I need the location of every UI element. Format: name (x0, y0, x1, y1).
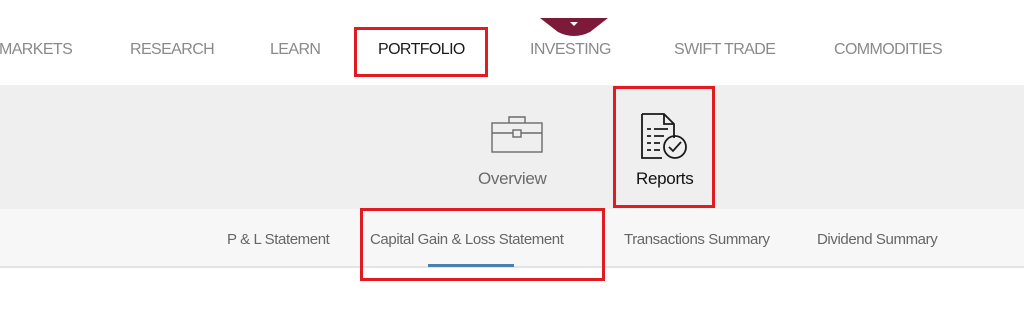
nav-item-learn[interactable]: LEARN (270, 41, 321, 59)
nav-item-swift-trade[interactable]: SWIFT TRADE (674, 41, 776, 59)
nav-item-research[interactable]: RESEARCH (130, 41, 215, 59)
top-navigation: MARKETS RESEARCH LEARN PORTFOLIO INVESTI… (0, 0, 1024, 85)
briefcase-icon (491, 116, 543, 153)
tab-transactions-summary[interactable]: Transactions Summary (624, 231, 770, 248)
report-document-check-icon (641, 113, 687, 159)
caret-down-icon (540, 18, 608, 36)
active-tab-underline (428, 264, 514, 267)
nav-item-markets[interactable]: MARKETS (0, 41, 73, 59)
portfolio-subnav: Overview Reports (0, 85, 1024, 209)
nav-item-portfolio[interactable]: PORTFOLIO (378, 41, 465, 59)
tab-dividend-summary[interactable]: Dividend Summary (817, 231, 938, 248)
report-tabs: P & L Statement Capital Gain & Loss Stat… (0, 209, 1024, 268)
nav-item-investing[interactable]: INVESTING (530, 41, 611, 59)
subnav-item-overview[interactable]: Overview (470, 95, 564, 195)
tab-pl-statement[interactable]: P & L Statement (227, 231, 330, 248)
subnav-item-reports[interactable]: Reports (620, 95, 710, 195)
nav-item-commodities[interactable]: COMMODITIES (834, 41, 943, 59)
subnav-label-overview: Overview (478, 169, 547, 188)
tab-capital-gain-loss-statement[interactable]: Capital Gain & Loss Statement (370, 231, 564, 248)
subnav-label-reports: Reports (636, 169, 694, 188)
